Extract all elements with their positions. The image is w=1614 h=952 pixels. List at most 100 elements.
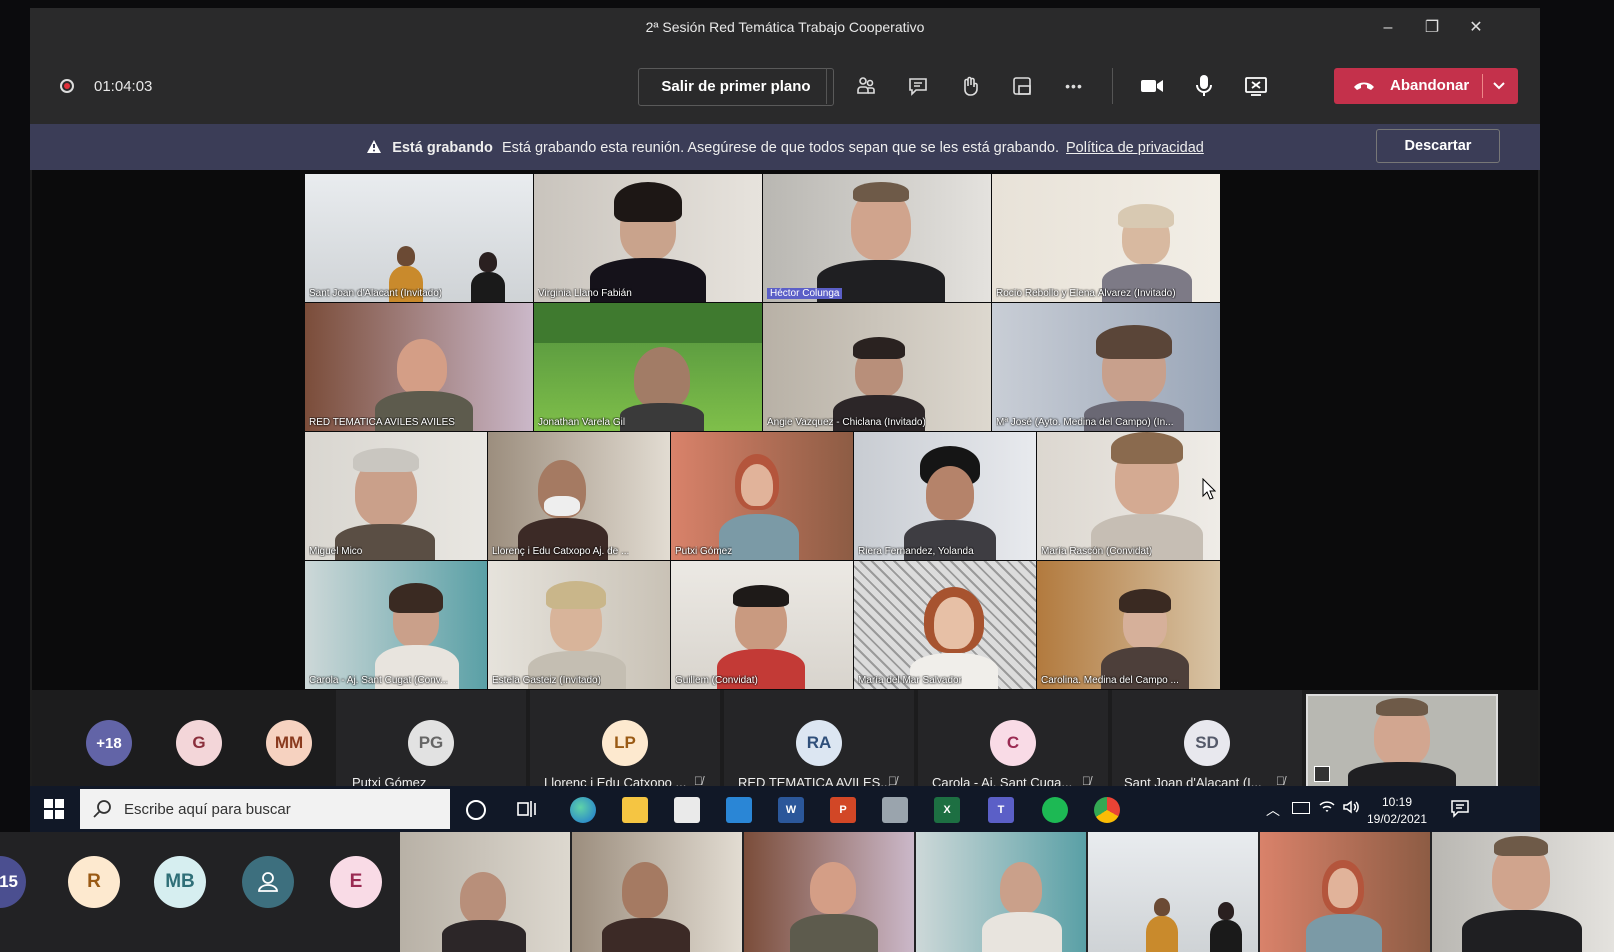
- video-tile[interactable]: María del Mar Salvador: [854, 561, 1036, 689]
- tile-name: Héctor Colunga: [767, 288, 843, 299]
- video-tile[interactable]: Carolina. Medina del Campo ...: [1037, 561, 1220, 689]
- chat-icon[interactable]: [904, 72, 932, 100]
- tile-name: Rocío Rebollo y Elena Álvarez (Invitado): [996, 288, 1176, 299]
- video-tile[interactable]: Riera Fernandez, Yolanda: [854, 432, 1036, 560]
- video-tile[interactable]: Estela Gasteiz (Invitado): [488, 561, 670, 689]
- chevron-down-icon[interactable]: [1490, 76, 1508, 99]
- system-clock[interactable]: 10:19 19/02/2021: [1362, 794, 1432, 828]
- video-tile[interactable]: Mª José (Ayto. Medina del Campo) (In...: [992, 303, 1220, 431]
- video-tile[interactable]: Llorenç i Edu Catxopo Aj. de ...: [488, 432, 670, 560]
- tile-name: Virginia Llano Fabián: [538, 288, 632, 299]
- video-tile[interactable]: Carola - Aj. Sant Cugat (Conv...: [305, 561, 487, 689]
- video-tile[interactable]: Guillem (Convidat): [671, 561, 853, 689]
- more-participants-badge[interactable]: +18: [86, 720, 132, 766]
- breakout-rooms-icon[interactable]: [1008, 72, 1036, 100]
- toolbar-divider: [1112, 68, 1113, 104]
- video-thumbnail[interactable]: [744, 832, 914, 952]
- raise-hand-icon[interactable]: [956, 72, 984, 100]
- more-participants-badge[interactable]: +15: [0, 856, 26, 908]
- participant-avatar[interactable]: MB: [154, 856, 206, 908]
- participant-avatar: SD: [1184, 720, 1230, 766]
- windows-start-icon[interactable]: [44, 799, 64, 824]
- video-thumbnail[interactable]: [572, 832, 742, 952]
- volume-icon[interactable]: [1342, 798, 1360, 821]
- warning-icon: [366, 139, 382, 158]
- file-explorer-icon[interactable]: [622, 797, 648, 823]
- participant-avatar[interactable]: E: [330, 856, 382, 908]
- battery-icon[interactable]: [1292, 802, 1310, 814]
- teams-window: 2ª Sesión Red Temática Trabajo Cooperati…: [30, 8, 1540, 811]
- spotify-icon[interactable]: [1042, 797, 1068, 823]
- camera-icon[interactable]: [1138, 72, 1166, 100]
- participant-avatar[interactable]: MM: [266, 720, 312, 766]
- leave-button[interactable]: Abandonar: [1334, 68, 1518, 104]
- more-actions-icon[interactable]: •••: [1060, 72, 1088, 100]
- tile-name: Guillem (Convidat): [675, 675, 758, 686]
- edge-icon[interactable]: [570, 797, 596, 823]
- participant-avatar: C: [990, 720, 1036, 766]
- user-icon: [258, 872, 278, 892]
- participant-card[interactable]: RA RED TEMATICA AVILES... 🎙̸: [724, 690, 914, 794]
- video-tile[interactable]: Sant Joan d'Alacant (Invitado): [305, 174, 533, 302]
- leave-label: Abandonar: [1390, 77, 1470, 94]
- meeting-timer: 01:04:03: [94, 78, 153, 95]
- video-thumbnail[interactable]: [1432, 832, 1614, 952]
- share-screen-icon[interactable]: [1242, 72, 1270, 100]
- video-tile[interactable]: Rocío Rebollo y Elena Álvarez (Invitado): [992, 174, 1220, 302]
- tile-name: Riera Fernandez, Yolanda: [858, 546, 974, 557]
- self-view-video[interactable]: [1306, 694, 1498, 794]
- teams-icon[interactable]: T: [988, 797, 1014, 823]
- calculator-icon[interactable]: [882, 797, 908, 823]
- recording-message: Está grabando Está grabando esta reunión…: [30, 139, 1540, 158]
- taskbar-search-box[interactable]: Escribe aquí para buscar: [80, 789, 450, 829]
- participant-avatar[interactable]: G: [176, 720, 222, 766]
- participants-icon[interactable]: [852, 72, 880, 100]
- participant-avatar: PG: [408, 720, 454, 766]
- meeting-toolbar: 01:04:03 Salir de primer plano ••• Aband…: [30, 48, 1540, 124]
- recording-text: Está grabando esta reunión. Asegúrese de…: [501, 140, 1059, 156]
- participant-avatar[interactable]: R: [68, 856, 120, 908]
- recording-icon: [60, 79, 74, 93]
- video-tile[interactable]: Miguel Mico: [305, 432, 487, 560]
- cortana-icon[interactable]: [466, 800, 486, 820]
- guest-avatar[interactable]: [242, 856, 294, 908]
- notifications-icon[interactable]: [1450, 798, 1470, 823]
- tile-name: Carolina. Medina del Campo ...: [1041, 675, 1179, 686]
- video-thumbnail[interactable]: [916, 832, 1086, 952]
- tile-name: Carola - Aj. Sant Cugat (Conv...: [309, 675, 449, 686]
- video-tile[interactable]: Putxi Gómez: [671, 432, 853, 560]
- video-tile[interactable]: María Rascón (Convidat): [1037, 432, 1220, 560]
- video-tile[interactable]: Angie Vazquez - Chiclana (Invitado): [763, 303, 991, 431]
- mail-icon[interactable]: [726, 797, 752, 823]
- store-icon[interactable]: [674, 797, 700, 823]
- wifi-icon[interactable]: [1318, 798, 1336, 821]
- excel-icon[interactable]: X: [934, 797, 960, 823]
- participant-card[interactable]: SD Sant Joan d'Alacant (I... 🎙̸: [1112, 690, 1302, 794]
- chevron-up-icon[interactable]: ︿: [1266, 800, 1280, 820]
- video-thumbnail[interactable]: [1260, 832, 1430, 952]
- minimize-button[interactable]: –: [1368, 14, 1408, 42]
- task-view-icon[interactable]: [516, 799, 538, 824]
- chrome-icon[interactable]: [1094, 797, 1120, 823]
- video-thumbnail[interactable]: [400, 832, 570, 952]
- video-tile[interactable]: Virginia Llano Fabián: [534, 174, 762, 302]
- video-tile[interactable]: Héctor Colunga: [763, 174, 991, 302]
- clock-time: 10:19: [1381, 795, 1413, 809]
- privacy-link[interactable]: Política de privacidad: [1066, 140, 1204, 156]
- video-tile[interactable]: Jonathan Varela Gil: [534, 303, 762, 431]
- maximize-button[interactable]: ❐: [1412, 14, 1452, 42]
- participant-card[interactable]: PG Putxi Gómez: [336, 690, 526, 794]
- tile-name: Putxi Gómez: [675, 546, 733, 557]
- toolbar-divider: [826, 68, 827, 104]
- hang-up-icon: [1352, 78, 1376, 99]
- word-icon[interactable]: W: [778, 797, 804, 823]
- microphone-icon[interactable]: [1190, 72, 1218, 100]
- close-button[interactable]: ✕: [1456, 14, 1496, 42]
- dismiss-button[interactable]: Descartar: [1376, 129, 1500, 163]
- video-tile[interactable]: RED TEMATICA AVILES AVILES: [305, 303, 533, 431]
- video-thumbnail[interactable]: [1088, 832, 1258, 952]
- exit-fullscreen-button[interactable]: Salir de primer plano: [638, 68, 834, 106]
- participant-card[interactable]: LP Llorenç i Edu Catxopo ... 🎙̸: [530, 690, 720, 794]
- powerpoint-icon[interactable]: P: [830, 797, 856, 823]
- participant-card[interactable]: C Carola - Aj. Sant Cuga... 🎙̸: [918, 690, 1108, 794]
